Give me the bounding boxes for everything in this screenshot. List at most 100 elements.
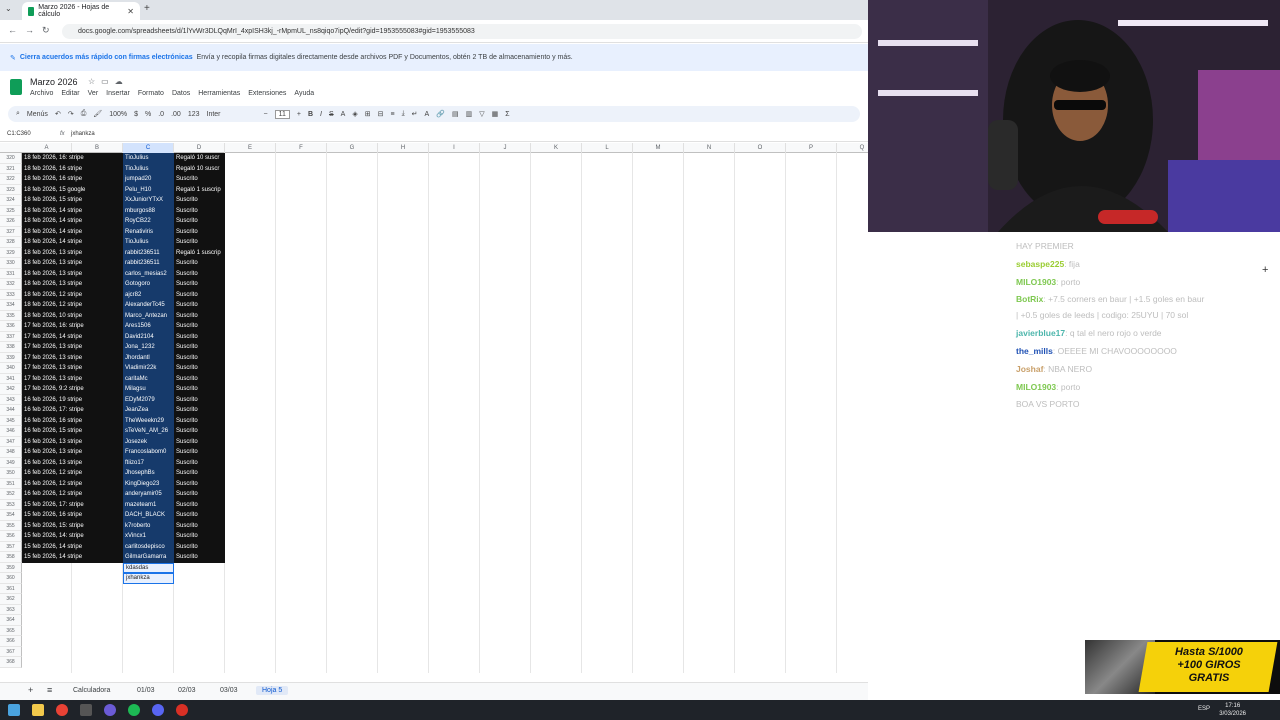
cell-c[interactable]: AlexanderTc45 [123,300,174,311]
cell-a[interactable]: 17 feb 2026, 13 stripe [22,342,123,353]
sheet-tab-hoja5[interactable]: Hoja 5 [256,686,289,695]
cell-d[interactable]: Suscrito [174,268,225,279]
cell-d[interactable]: Suscrito [174,321,225,332]
cell-a[interactable]: 15 feb 2026, 14 stripe [22,541,123,552]
undo-icon[interactable]: ↶ [55,110,61,118]
selected-cell[interactable]: jxhankza [123,573,174,584]
row-header[interactable]: 363 [0,604,22,615]
chat-username[interactable]: MILO1903 [1016,382,1056,392]
valign-icon[interactable]: ⤓ [402,110,405,118]
doc-title[interactable]: Marzo 2026 [30,77,78,87]
font-select[interactable]: Inter [207,111,257,118]
cell-c[interactable]: RoyCB22 [123,216,174,227]
row-header[interactable]: 324 [0,195,22,206]
cell-c[interactable]: EDyM2079 [123,394,174,405]
menu-formato[interactable]: Formato [138,90,164,97]
cell-a[interactable]: 18 feb 2026, 15 google [22,184,123,195]
strikethrough-icon[interactable]: S [329,111,334,118]
percent-button[interactable]: % [145,111,151,118]
row-header[interactable]: 329 [0,247,22,258]
row-header[interactable]: 339 [0,352,22,363]
formula-input[interactable]: jxhankza [71,131,95,137]
language-indicator[interactable]: ESP [1198,706,1210,712]
row-header[interactable]: 367 [0,646,22,657]
cell-d[interactable]: Suscrito [174,468,225,479]
cell-a[interactable]: 16 feb 2026, 12 stripe [22,478,123,489]
row-header[interactable]: 326 [0,216,22,227]
cell-d[interactable]: Suscrito [174,279,225,290]
cell-a[interactable]: 16 feb 2026, 12 stripe [22,489,123,500]
column-header-a[interactable]: A [22,143,72,153]
row-header[interactable]: 345 [0,415,22,426]
cell-c[interactable]: carlitosdepisco [123,541,174,552]
cell-c[interactable]: mburgos88 [123,205,174,216]
cell-a[interactable]: 15 feb 2026, 14: stripe [22,531,123,542]
cell-d[interactable]: Suscrito [174,489,225,500]
font-size-input[interactable]: 11 [274,109,290,119]
row-header[interactable]: 336 [0,321,22,332]
cell-a[interactable]: 16 feb 2026, 17: stripe [22,405,123,416]
cell-a[interactable]: 15 feb 2026, 14 stripe [22,552,123,563]
cell-a[interactable]: 15 feb 2026, 15: stripe [22,520,123,531]
cell-a[interactable]: 18 feb 2026, 13 stripe [22,268,123,279]
menu-ayuda[interactable]: Ayuda [294,90,314,97]
cell-d[interactable]: Suscrito [174,226,225,237]
cell-c[interactable]: XxJuniorYTxX [123,195,174,206]
cell-c[interactable]: Milagsu [123,384,174,395]
row-header[interactable]: 340 [0,363,22,374]
column-header-m[interactable]: M [633,143,684,153]
row-header[interactable]: 330 [0,258,22,269]
cell-d[interactable]: Suscrito [174,352,225,363]
cell-d[interactable]: Suscrito [174,373,225,384]
row-header[interactable]: 343 [0,394,22,405]
cell-a[interactable]: 16 feb 2026, 12 stripe [22,468,123,479]
cell-d[interactable]: Suscrito [174,237,225,248]
chat-username[interactable]: the_mills [1016,346,1053,356]
row-header[interactable]: 356 [0,531,22,542]
cell-d[interactable]: Suscrito [174,300,225,311]
column-header-p[interactable]: P [786,143,837,153]
row-header[interactable]: 354 [0,510,22,521]
row-header[interactable]: 344 [0,405,22,416]
functions-icon[interactable]: Σ [505,111,509,118]
cell-d[interactable]: Suscrito [174,457,225,468]
sheet-tab-calculadora[interactable]: Calculadora [73,687,110,694]
cell-d[interactable]: Regaló 10 suscr [174,153,225,164]
chat-username[interactable]: javierblue17 [1016,328,1065,338]
cell-d[interactable]: Regaló 10 suscr [174,163,225,174]
menus-button[interactable]: Menús [27,111,48,118]
row-header[interactable]: 347 [0,436,22,447]
start-icon[interactable] [8,704,20,716]
cell-d[interactable]: Suscrito [174,394,225,405]
clock[interactable]: 17:16 3/03/2026 [1219,702,1246,718]
redo-icon[interactable]: ↷ [68,110,74,118]
sheets-logo-icon[interactable] [10,79,22,95]
menu-herramientas[interactable]: Herramientas [198,90,240,97]
row-header[interactable]: 328 [0,237,22,248]
chat-username[interactable]: Joshaf [1016,364,1043,374]
decimal-increase-icon[interactable]: .00 [171,111,181,118]
cell-a[interactable]: 16 feb 2026, 16 stripe [22,415,123,426]
filter-icon[interactable]: ▽ [479,110,484,118]
cell-c[interactable]: rabbit236511 [123,258,174,269]
sheet-tab-0103[interactable]: 01/03 [137,687,155,694]
cell-c[interactable]: Francoslabom0 [123,447,174,458]
column-header-h[interactable]: H [378,143,429,153]
star-icon[interactable]: ☆ [88,77,101,86]
cell-a[interactable]: 18 feb 2026, 10 stripe [22,310,123,321]
currency-button[interactable]: $ [134,111,138,118]
row-header[interactable]: 342 [0,384,22,395]
cell-d[interactable]: Suscrito [174,174,225,185]
cell-d[interactable]: Suscrito [174,510,225,521]
cell-c[interactable]: Ares1506 [123,321,174,332]
cell-c[interactable]: Josezek [123,436,174,447]
column-header-l[interactable]: L [582,143,633,153]
row-header[interactable]: 333 [0,289,22,300]
cell-a[interactable]: 18 feb 2026, 14 stripe [22,226,123,237]
forward-icon[interactable]: → [25,25,34,35]
cell-a[interactable]: 18 feb 2026, 14 stripe [22,205,123,216]
cell-a[interactable]: 18 feb 2026, 12 stripe [22,300,123,311]
row-header[interactable]: 321 [0,163,22,174]
back-icon[interactable]: ← [8,25,17,35]
obs-icon[interactable] [104,704,116,716]
